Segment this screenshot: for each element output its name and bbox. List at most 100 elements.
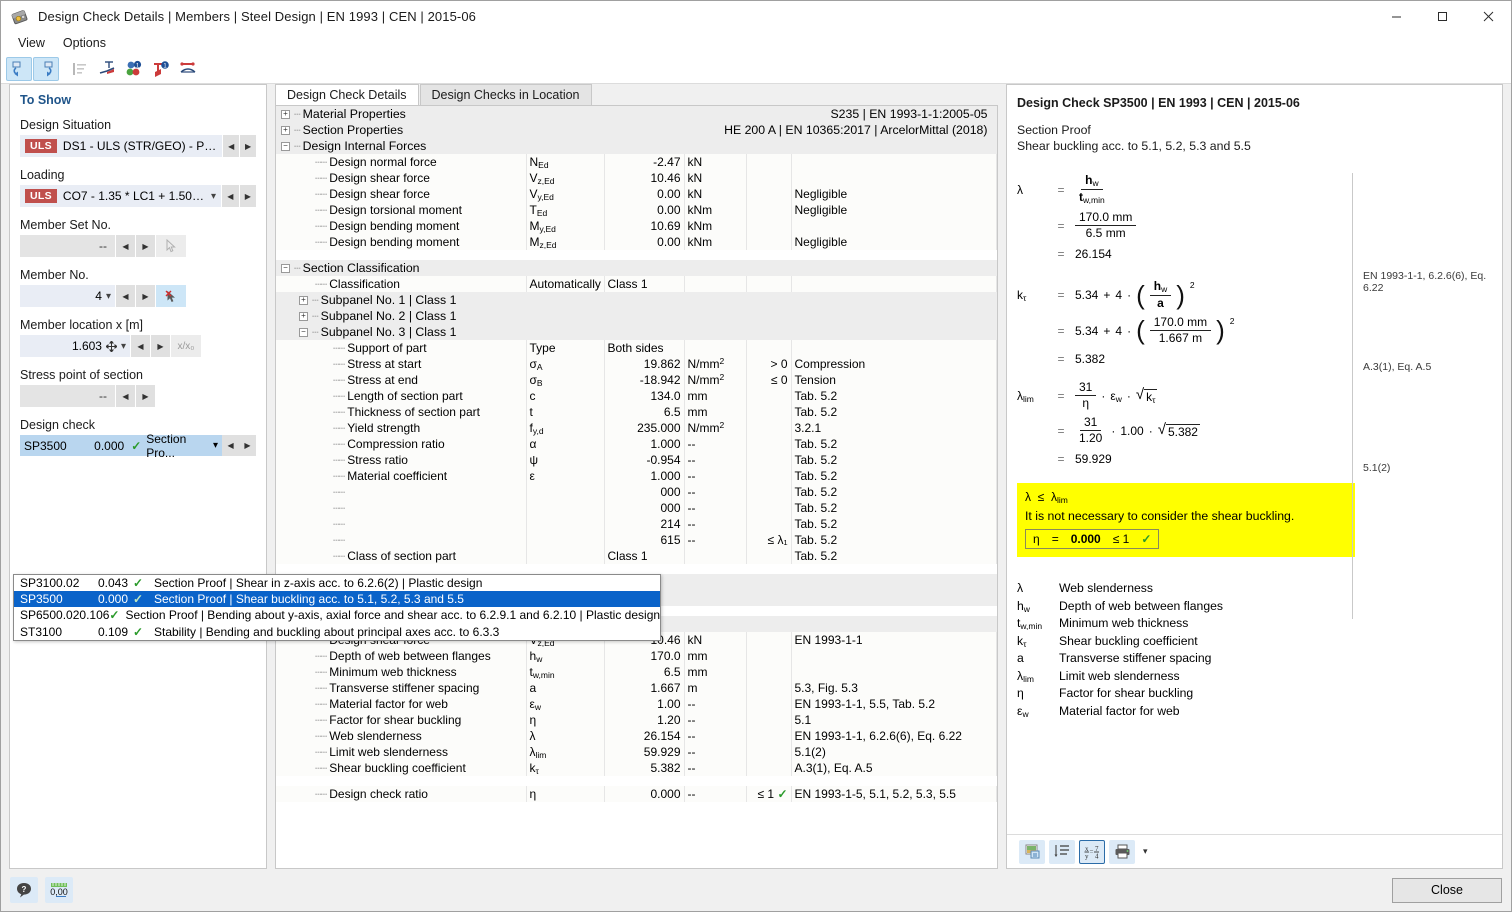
table-row[interactable]: ┄┄ Design bending moment Mz,Ed 0.00 kNm Negli…: [276, 234, 997, 250]
design-situation-combo[interactable]: ULS DS1 - ULS (STR/GEO) - Permane...: [20, 135, 223, 157]
design-check-prev-button[interactable]: ◀: [222, 435, 240, 456]
chevron-down-icon[interactable]: ▾: [121, 341, 126, 352]
formula-icon[interactable]: x y = 7 4: [1079, 839, 1105, 864]
expand-icon[interactable]: +: [281, 125, 290, 135]
member-result-1-icon[interactable]: 1: [148, 57, 174, 81]
table-row[interactable]: ┄┄ Depth of web between flanges hw 170.0 mm: [276, 648, 997, 664]
units-icon[interactable]: 0,00: [45, 877, 73, 903]
table-row[interactable]: ┄┄ Design shear force Vz,Ed 10.46 kN: [276, 170, 997, 186]
chevron-down-icon[interactable]: ▾: [206, 191, 216, 202]
table-row[interactable]: ┄┄ Shear buckling coefficient kτ 5.382 -- A.3…: [276, 760, 997, 776]
member-no-combo[interactable]: 4 ▾: [20, 285, 115, 307]
previous-location-icon[interactable]: [6, 56, 32, 81]
table-row[interactable]: ┄┄ Stress at start σA 19.862 N/mm2 > 0 Compres…: [276, 356, 997, 372]
dropdown-option[interactable]: SP6500.02 0.106 ✓ Section Proof | Bendin…: [14, 607, 660, 623]
loading-next-button[interactable]: ▶: [239, 185, 256, 207]
table-group-row[interactable]: + ┄ Subpanel No. 2 | Class 1: [276, 308, 997, 324]
table-group-row[interactable]: + ┄ Material Properties S235 | EN 1993-1-1:…: [276, 106, 997, 122]
collapse-icon[interactable]: −: [281, 141, 290, 151]
loading-prev-button[interactable]: ◀: [222, 185, 239, 207]
table-row[interactable]: ┄┄ Minimum web thickness tw,min 6.5 mm: [276, 664, 997, 680]
dropdown-option-selected[interactable]: SP3500 0.000 ✓ Section Proof | Shear buc…: [14, 591, 660, 608]
table-row[interactable]: ┄┄ Design torsional moment TEd 0.00 kNm Negli…: [276, 202, 997, 218]
design-check-next-button[interactable]: ▶: [239, 435, 256, 456]
menu-item-options[interactable]: Options: [54, 34, 115, 52]
table-group-row[interactable]: − ┄ Design Internal Forces: [276, 138, 997, 154]
load-case-1-icon[interactable]: 1: [121, 57, 147, 81]
table-row[interactable]: ┄┄ Support of part Type Both sides: [276, 340, 997, 356]
section-diagram-icon[interactable]: [94, 57, 120, 81]
expand-icon[interactable]: +: [281, 109, 290, 119]
table-row[interactable]: ┄┄ Design normal force NEd -2.47 kN: [276, 154, 997, 170]
table-row[interactable]: ┄┄ Material coefficient ε 1.000 -- Tab. 5.2: [276, 468, 997, 484]
design-situation-next-button[interactable]: ▶: [240, 135, 257, 157]
table-group-row[interactable]: − ┄ Subpanel No. 3 | Class 1: [276, 324, 997, 340]
member-no-next-button[interactable]: ▶: [136, 285, 155, 307]
dropdown-option[interactable]: ST3100 0.109 ✓ Stability | Bending and b…: [14, 624, 660, 640]
member-location-combo[interactable]: 1.603 ▾: [20, 335, 130, 357]
close-window-button[interactable]: [1465, 1, 1511, 32]
result-diagram-icon[interactable]: [175, 57, 201, 81]
table-row[interactable]: ┄┄ Web slenderness λ 26.154 -- EN 1993-1-1, 6…: [276, 728, 997, 744]
member-location-prev-button[interactable]: ◀: [131, 335, 150, 357]
formula-scroll-area[interactable]: Design Check SP3500 | EN 1993 | CEN | 20…: [1007, 85, 1502, 834]
table-row[interactable]: ┄┄ Length of section part c 134.0 mm Tab. 5.2: [276, 388, 997, 404]
list-view-icon[interactable]: [67, 57, 93, 81]
table-row[interactable]: ┄┄ Compression ratio α 1.000 -- Tab. 5.2: [276, 436, 997, 452]
member-location-next-button[interactable]: ▶: [151, 335, 170, 357]
member-set-next-button[interactable]: ▶: [136, 235, 155, 257]
table-row[interactable]: ┄┄ 000 -- Tab. 5.2: [276, 484, 997, 500]
collapse-icon[interactable]: −: [299, 327, 308, 337]
table-row[interactable]: ┄┄ Design check ratio η 0.000 -- ≤ 1 ✓ EN 1993…: [276, 786, 997, 802]
table-row[interactable]: ┄┄ Yield strength fy,d 235.000 N/mm2 3.2.1: [276, 420, 997, 436]
menu-item-view[interactable]: View: [9, 34, 54, 52]
table-row[interactable]: ┄┄ Classification Automatically Class 1: [276, 276, 997, 292]
table-row[interactable]: ┄┄ Thickness of section part t 6.5 mm Tab. 5.…: [276, 404, 997, 420]
move-handle-icon[interactable]: [105, 340, 117, 352]
collapse-icon[interactable]: −: [281, 263, 290, 273]
insert-picture-icon[interactable]: [1019, 839, 1045, 864]
stress-point-value[interactable]: --: [20, 385, 115, 407]
table-row[interactable]: ┄┄ 615 -- ≤ λ₁ Tab. 5.2: [276, 532, 997, 548]
tab-design-check-details[interactable]: Design Check Details: [275, 84, 419, 105]
expand-icon[interactable]: +: [299, 311, 308, 321]
maximize-button[interactable]: [1419, 1, 1465, 32]
expand-icon[interactable]: +: [299, 295, 308, 305]
design-check-dropdown-list[interactable]: SP3100.02 0.043 ✓ Section Proof | Shear …: [13, 574, 661, 641]
relative-location-toggle[interactable]: x/x₀: [171, 335, 201, 357]
table-row[interactable]: ┄┄ 000 -- Tab. 5.2: [276, 500, 997, 516]
design-situation-prev-button[interactable]: ◀: [223, 135, 240, 157]
table-row[interactable]: ┄┄ Design shear force Vy,Ed 0.00 kN Negligibl…: [276, 186, 997, 202]
stress-point-prev-button[interactable]: ◀: [116, 385, 135, 407]
member-no-prev-button[interactable]: ◀: [116, 285, 135, 307]
stress-point-next-button[interactable]: ▶: [136, 385, 155, 407]
chevron-down-icon[interactable]: ▾: [209, 435, 222, 456]
help-icon[interactable]: ?: [10, 877, 38, 903]
tab-design-checks-in-location[interactable]: Design Checks in Location: [419, 84, 592, 105]
print-dropdown-icon[interactable]: ▾: [1139, 846, 1152, 857]
table-row[interactable]: ┄┄ Factor for shear buckling η 1.20 -- 5.1: [276, 712, 997, 728]
table-row[interactable]: ┄┄ Stress ratio ψ -0.954 -- Tab. 5.2: [276, 452, 997, 468]
table-row[interactable]: ┄┄ Class of section part Class 1 Tab. 5.2: [276, 548, 997, 564]
table-row[interactable]: ┄┄ Material factor for web εw 1.00 -- EN 1993…: [276, 696, 997, 712]
member-set-no-value[interactable]: --: [20, 235, 115, 257]
close-button[interactable]: Close: [1392, 877, 1502, 903]
member-set-prev-button[interactable]: ◀: [116, 235, 135, 257]
table-group-row[interactable]: + ┄ Section Properties HE 200 A | EN 10365:…: [276, 122, 997, 138]
table-row[interactable]: ┄┄ Stress at end σB -18.942 N/mm2 ≤ 0 Tension: [276, 372, 997, 388]
table-group-row[interactable]: + ┄ Subpanel No. 1 | Class 1: [276, 292, 997, 308]
design-check-combo[interactable]: SP3500 0.000 ✓ Section Pro... ▾: [20, 432, 223, 460]
design-check-table[interactable]: + ┄ Material Properties S235 | EN 1993-1-1:…: [275, 105, 998, 869]
chevron-down-icon[interactable]: ▾: [106, 291, 111, 302]
minimize-button[interactable]: [1373, 1, 1419, 32]
dropdown-option[interactable]: SP3100.02 0.043 ✓ Section Proof | Shear …: [14, 575, 660, 591]
table-row[interactable]: ┄┄ Design bending moment My,Ed 10.69 kNm: [276, 218, 997, 234]
member-no-pick-icon[interactable]: [156, 285, 186, 307]
print-icon[interactable]: [1109, 839, 1135, 864]
list-numbered-icon[interactable]: [1049, 839, 1075, 864]
table-group-row[interactable]: − ┄ Section Classification: [276, 260, 997, 276]
loading-combo[interactable]: ULS CO7 - 1.35 * LC1 + 1.50 * LC3... ▾: [20, 185, 222, 207]
table-row[interactable]: ┄┄ 214 -- Tab. 5.2: [276, 516, 997, 532]
next-location-icon[interactable]: [33, 56, 59, 81]
table-row[interactable]: ┄┄ Transverse stiffener spacing a 1.667 m 5.3…: [276, 680, 997, 696]
